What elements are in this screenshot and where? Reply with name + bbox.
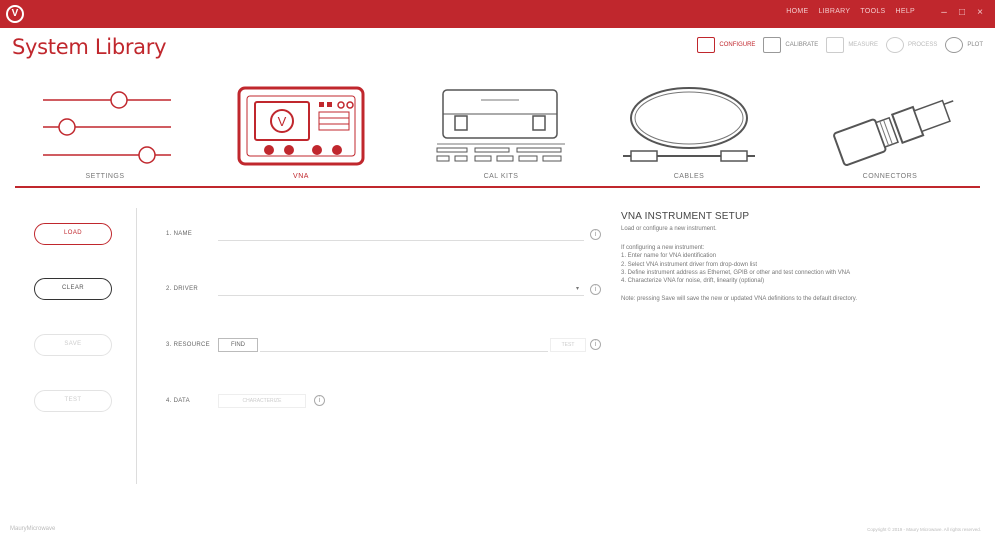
menu-item-tools[interactable]: TOOLS <box>860 8 885 15</box>
process-icon <box>885 37 904 53</box>
name-input[interactable] <box>218 240 584 241</box>
calibrate-icon <box>763 37 782 53</box>
connector-icon <box>833 99 954 166</box>
step-item: 3. Define instrument address as Ethernet… <box>621 269 851 276</box>
plot-label: PLOT <box>967 42 983 48</box>
toolbar: CONFIGURE CALIBRATE MEASURE PROCESS PLOT <box>697 37 983 53</box>
tab-vna[interactable]: V VNA <box>231 84 371 184</box>
save-button[interactable]: SAVE <box>34 334 112 356</box>
measure-label: MEASURE <box>848 42 878 48</box>
footer-copyright: Copyright © 2019 - Maury Microwave. All … <box>867 527 981 532</box>
characterize-button[interactable]: CHARACTERIZE <box>218 394 306 408</box>
resource-label: 3. RESOURCE <box>166 342 210 348</box>
minimize-icon[interactable]: – <box>937 6 951 20</box>
resource-input[interactable] <box>260 351 548 352</box>
title-bar: V HOME LIBRARY TOOLS HELP – □ × <box>0 0 995 28</box>
app-logo-icon: V <box>6 5 24 23</box>
tab-connectors-label: CONNECTORS <box>862 173 918 180</box>
instructions-note: Note: pressing Save will save the new or… <box>621 296 858 303</box>
step-item: 1. Enter name for VNA identification <box>621 253 717 260</box>
load-button[interactable]: LOAD <box>34 223 112 245</box>
menu-item-help[interactable]: HELP <box>896 8 916 15</box>
plot-button[interactable]: PLOT <box>945 37 983 53</box>
cal-kit-case-icon <box>436 89 565 162</box>
driver-select[interactable] <box>218 295 584 296</box>
tab-connectors[interactable]: CONNECTORS <box>820 84 960 184</box>
menu-item-library[interactable]: LIBRARY <box>818 8 850 15</box>
tab-settings-label: SETTINGS <box>85 173 125 180</box>
data-info-icon[interactable]: i <box>314 395 325 406</box>
tab-cables[interactable]: CABLES <box>619 84 759 184</box>
instructions-subtitle: Load or configure a new instrument. <box>621 226 717 232</box>
calibrate-label: CALIBRATE <box>785 42 819 48</box>
data-label: 4. DATA <box>166 398 190 404</box>
top-menu: HOME LIBRARY TOOLS HELP <box>786 8 915 15</box>
name-info-icon[interactable]: i <box>590 229 601 240</box>
test-resource-button[interactable]: TEST <box>550 338 586 352</box>
page-title: System Library <box>12 35 167 59</box>
sliders-icon <box>43 91 171 164</box>
configure-button[interactable]: CONFIGURE <box>697 37 755 53</box>
tab-cal-kits[interactable]: CAL KITS <box>431 84 571 184</box>
instructions-title: VNA INSTRUMENT SETUP <box>621 211 750 222</box>
steps-heading: If configuring a new instrument: <box>621 245 705 251</box>
measure-icon <box>826 37 845 53</box>
driver-label: 2. DRIVER <box>166 286 199 292</box>
instructions-panel: VNA INSTRUMENT SETUP Load or configure a… <box>621 211 971 304</box>
chevron-down-icon[interactable]: ▾ <box>576 285 579 292</box>
cable-icon <box>623 87 755 162</box>
measure-button[interactable]: MEASURE <box>826 37 878 53</box>
tab-vna-label: VNA <box>293 173 309 180</box>
column-divider <box>136 208 137 484</box>
tab-cables-label: CABLES <box>673 173 705 180</box>
tab-cal-kits-label: CAL KITS <box>483 173 519 180</box>
vna-instrument-icon: V <box>237 86 365 166</box>
svg-text:V: V <box>278 114 287 129</box>
resource-info-icon[interactable]: i <box>590 339 601 350</box>
maximize-icon[interactable]: □ <box>955 6 969 20</box>
driver-info-icon[interactable]: i <box>590 284 601 295</box>
close-icon[interactable]: × <box>973 6 987 20</box>
plot-icon <box>945 37 964 53</box>
tab-settings[interactable]: SETTINGS <box>35 84 175 184</box>
category-tabs: SETTINGS V VNA CAL KITS CABLES CONNECTOR… <box>15 84 980 188</box>
footer-brand: MauryMicrowave <box>10 526 56 532</box>
instructions-steps: If configuring a new instrument: 1. Ente… <box>621 244 971 285</box>
find-resource-button[interactable]: FIND <box>218 338 258 352</box>
process-button[interactable]: PROCESS <box>885 37 938 53</box>
process-label: PROCESS <box>907 42 938 48</box>
clear-button[interactable]: CLEAR <box>34 278 112 300</box>
tabs-underline <box>15 186 980 188</box>
test-button[interactable]: TEST <box>34 390 112 412</box>
configure-label: CONFIGURE <box>719 42 756 48</box>
step-item: 2. Select VNA instrument driver from dro… <box>621 261 758 268</box>
step-item: 4. Characterize VNA for noise, drift, li… <box>621 278 765 285</box>
calibrate-button[interactable]: CALIBRATE <box>763 37 818 53</box>
configure-icon <box>697 37 716 53</box>
menu-item-home[interactable]: HOME <box>786 8 808 15</box>
name-label: 1. NAME <box>166 231 193 237</box>
